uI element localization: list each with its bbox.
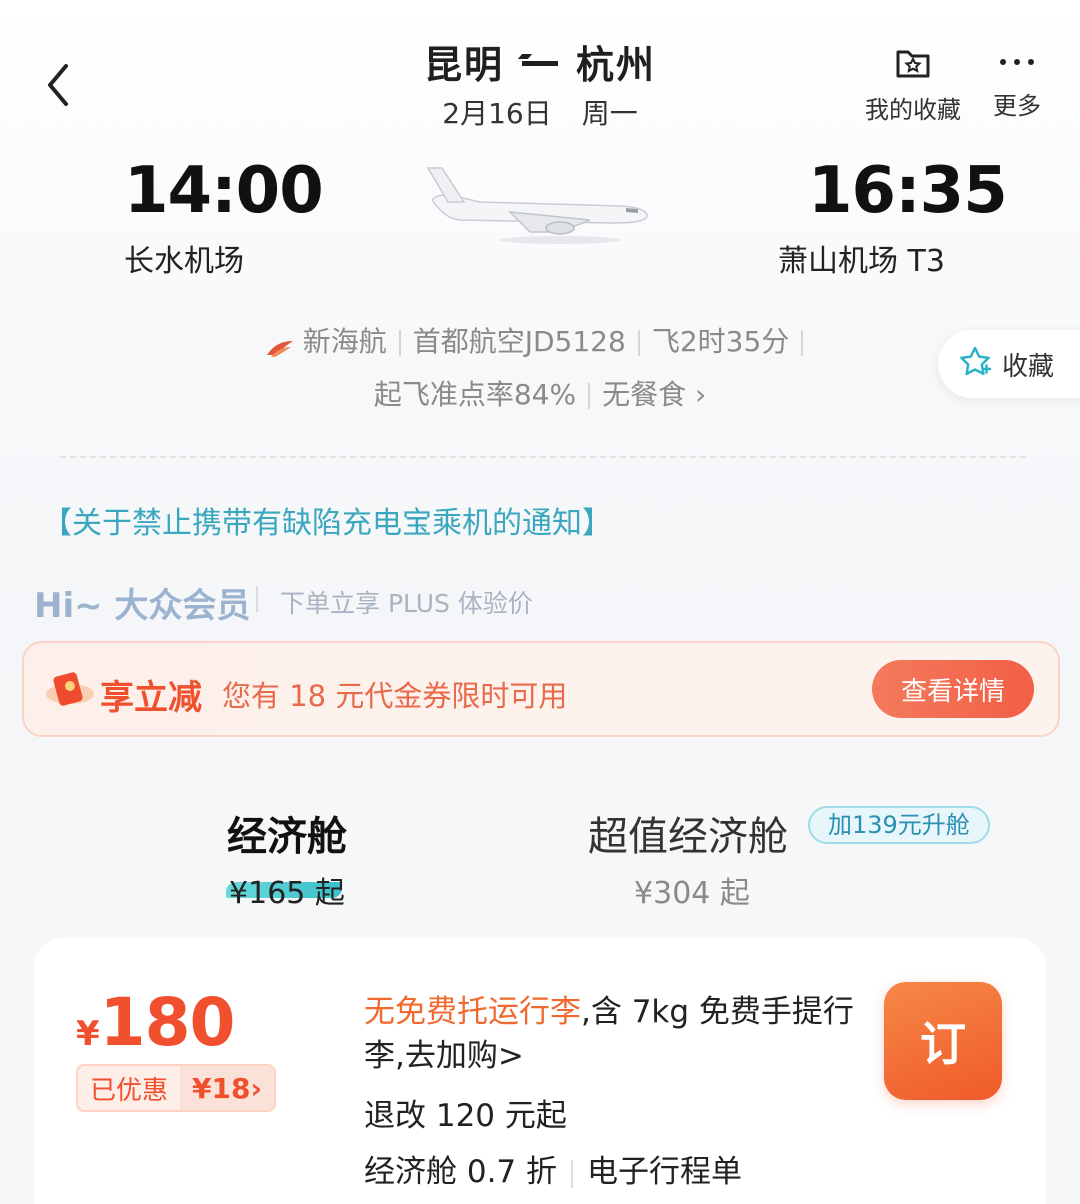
flight-info-line-2[interactable]: 起飞准点率84% 无餐食 › (0, 373, 1080, 413)
member-greeting: Hi~ 大众会员 (34, 586, 251, 626)
favorite-flight-button[interactable]: 收藏 (938, 330, 1080, 398)
economy-name: 经济舱 (227, 814, 347, 860)
red-envelope-icon (44, 668, 96, 712)
economy-price: ¥165 起 (229, 876, 345, 911)
flight-date: 2月16日 (442, 97, 552, 130)
chevron-right-icon: › (686, 378, 707, 411)
departure-airport: 长水机场 (124, 244, 244, 279)
tab-economy[interactable]: 经济舱 ¥165 起 (222, 804, 352, 912)
baggage-highlight: 无免费托运行李 (364, 994, 581, 1030)
flight-info-line: 新海航 首都航空JD5128 飞2时35分 (0, 320, 1080, 360)
flight-weekday: 周一 (581, 97, 638, 130)
arrival-airport: 萧山机场 T3 (778, 244, 945, 279)
chevron-right-icon: › (250, 1071, 263, 1105)
flight-number: 首都航空JD5128 (412, 325, 626, 358)
baggage-info[interactable]: 无免费托运行李,含 7kg 免费手提行李,去加购> (364, 990, 864, 1078)
super-economy-name: 超值经济舱 (588, 814, 788, 860)
fare-price: ¥180 (76, 984, 236, 1061)
origin-city: 昆明 (423, 43, 504, 87)
divider (256, 586, 258, 612)
discount-label: 已优惠 (90, 1075, 169, 1106)
airline-name: 新海航 (302, 325, 387, 358)
departure-time: 14:00 (124, 154, 324, 228)
safety-notice-link[interactable]: 【关于禁止携带有缺陷充电宝乘机的通知】 (42, 498, 612, 542)
book-button[interactable]: 订 (884, 982, 1002, 1100)
favorite-label: 收藏 (1002, 351, 1055, 382)
airline-logo-icon (265, 333, 295, 357)
my-favorites-button[interactable]: 我的收藏 (858, 44, 968, 125)
favorites-folder-icon (894, 50, 932, 84)
my-favorites-label: 我的收藏 (865, 96, 961, 124)
tab-super-economy[interactable]: 超值经济舱 ¥304 起 (588, 804, 808, 912)
cabin-info: 经济舱 0.7 折电子行程单 (364, 1146, 742, 1191)
route-arrow (522, 61, 558, 66)
fare-currency: ¥ (76, 1014, 100, 1054)
fare-amount: 180 (99, 984, 236, 1061)
discount-amount: ¥18 › (180, 1066, 275, 1110)
arrival-time: 16:35 (808, 154, 1008, 228)
more-button[interactable]: 更多 (982, 44, 1052, 121)
view-details-button[interactable]: 查看详情 (872, 660, 1034, 718)
upgrade-badge[interactable]: 加139元升舱 (808, 806, 990, 844)
coupon-text: 您有 18 元代金券限时可用 (222, 679, 568, 713)
itinerary-type: 电子行程单 (587, 1154, 743, 1190)
more-label: 更多 (993, 92, 1041, 120)
meal-info: 无餐食 (602, 378, 687, 411)
cabin-discount: 经济舱 0.7 折 (364, 1154, 558, 1190)
more-dots-icon (982, 44, 1052, 80)
coupon-title: 享立减 (100, 678, 202, 718)
flight-duration: 飞2时35分 (651, 325, 790, 358)
member-benefit: 下单立享 PLUS 体验价 (280, 589, 533, 618)
star-icon (958, 345, 992, 383)
airplane-image (420, 160, 660, 250)
destination-city: 杭州 (576, 43, 657, 87)
refund-info: 退改 120 元起 (364, 1098, 567, 1134)
divider (60, 456, 1026, 458)
on-time-rate: 起飞准点率84% (373, 378, 577, 411)
super-economy-price: ¥304 起 (634, 876, 750, 911)
discount-badge[interactable]: 已优惠 ¥18 › (76, 1064, 277, 1112)
